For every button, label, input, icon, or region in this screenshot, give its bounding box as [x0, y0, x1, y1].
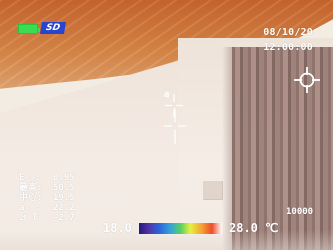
target-icon	[294, 67, 320, 93]
scale-min-value: 18.0	[103, 221, 132, 235]
readout-value: 19.5	[53, 193, 75, 203]
readout-row: E =: 0.95	[19, 173, 75, 183]
readout-label: ⊿ T:	[19, 213, 43, 223]
wall-device	[203, 181, 223, 200]
thermal-camera-screen: SD 08/10/20 12:00:00 a E =: 0.95 最高: 50.…	[0, 0, 333, 250]
readout-value: 22.2	[53, 203, 75, 213]
battery-icon	[18, 24, 40, 34]
temperature-unit: ℃	[265, 221, 279, 235]
measurement-readouts: E =: 0.95 最高: 50.5 中心: 19.5 a : 22.2 ⊿ T…	[19, 173, 75, 223]
readout-label: 中心:	[19, 193, 43, 203]
readout-row: ⊿ T: -2.7	[19, 213, 75, 223]
crosshair-icon	[164, 108, 186, 144]
readout-row: 最高: 50.5	[19, 183, 75, 193]
date-display: 08/10/20	[263, 27, 313, 38]
readout-value: 50.5	[53, 183, 75, 193]
temperature-color-scale	[139, 223, 222, 234]
readout-row: 中心: 19.5	[19, 193, 75, 203]
readout-label: E =:	[19, 173, 41, 183]
readout-label: a :	[19, 203, 41, 213]
sd-card-icon: SD	[39, 22, 67, 34]
readout-value: -2.7	[53, 213, 75, 223]
readout-row: a : 22.2	[19, 203, 75, 213]
time-display: 12:00:00	[263, 42, 313, 53]
readout-value: 0.95	[53, 173, 75, 183]
scale-max-value: 28.0	[229, 221, 258, 235]
readout-label: 最高:	[19, 183, 43, 193]
zoom-value: 10000	[286, 207, 314, 217]
